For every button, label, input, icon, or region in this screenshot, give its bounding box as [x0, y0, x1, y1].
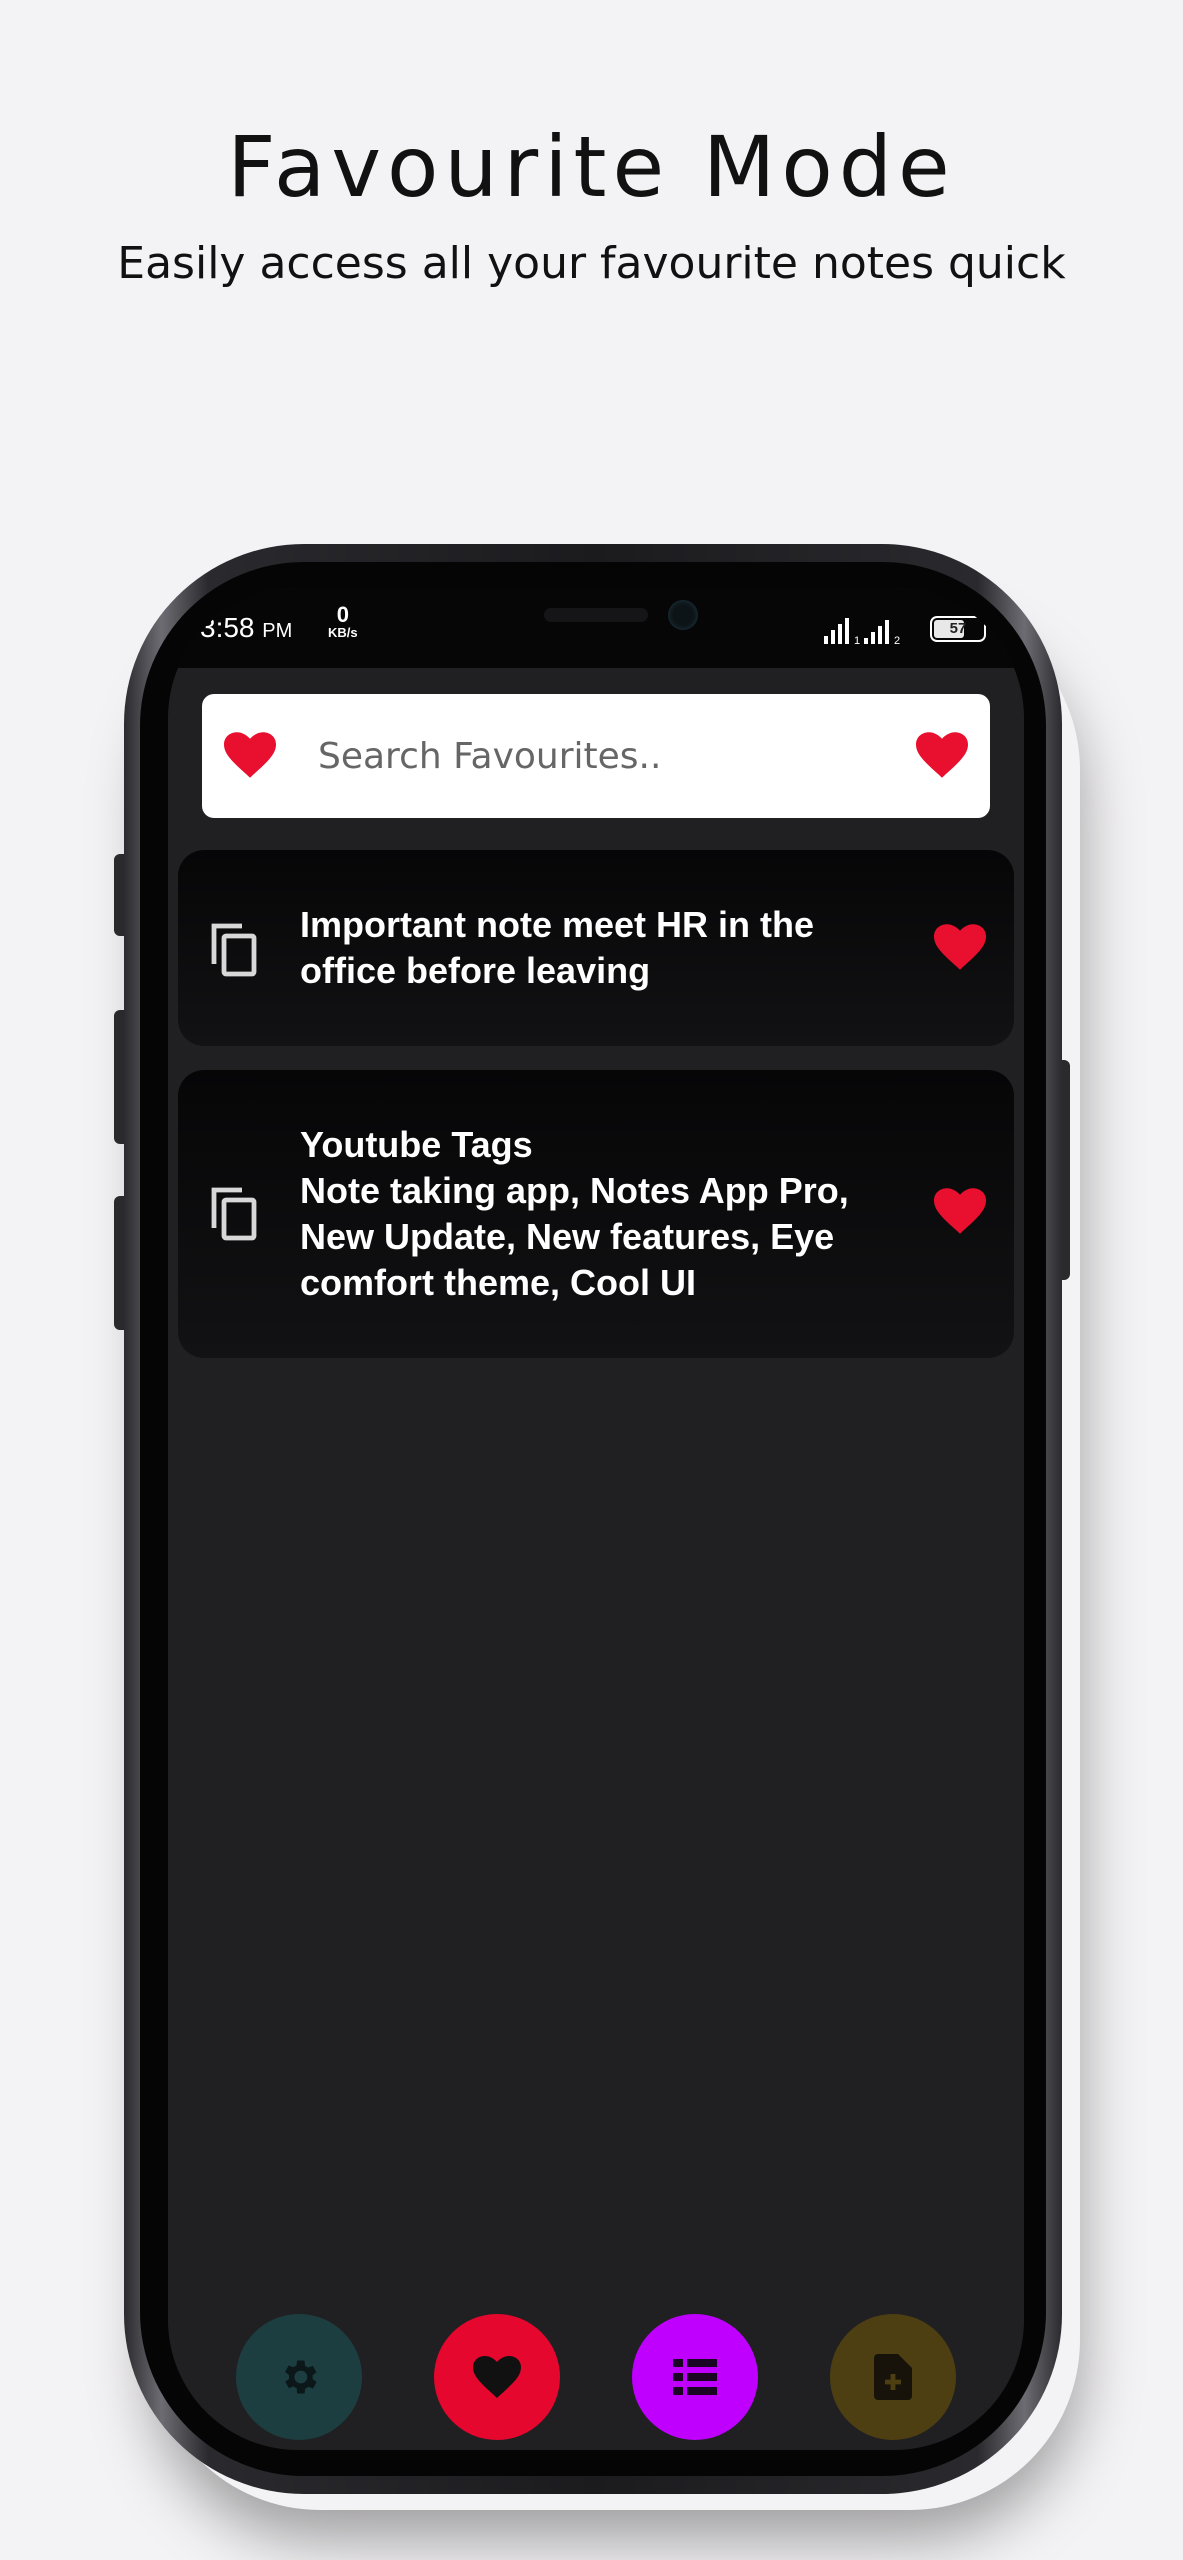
sim2-label: 2 [894, 635, 900, 646]
add-note-icon [874, 2354, 912, 2400]
network-speed: 0 KB/s [328, 602, 358, 640]
status-time: 3:58 PM [200, 612, 293, 643]
copy-icon[interactable] [208, 1184, 260, 1242]
note-card[interactable]: Important note meet HR in the office bef… [178, 850, 1014, 1046]
note-body: Note taking app, Notes App Pro, New Upda… [300, 1170, 849, 1303]
hero-subtitle: Easily access all your favourite notes q… [117, 238, 1066, 289]
signal-icon: 1 2 [824, 618, 900, 646]
status-bar: 3:58 PM 0 KB/s 1 2 57 [168, 588, 1024, 668]
front-camera [668, 600, 698, 630]
battery-icon: 57 [930, 616, 986, 642]
app-screen: 3:58 PM 0 KB/s 1 2 57 Search Favourites.… [168, 588, 1024, 2450]
note-card[interactable]: Youtube Tags Note taking app, Notes App … [178, 1070, 1014, 1358]
add-note-button[interactable] [830, 2314, 956, 2440]
gear-icon [285, 2360, 317, 2394]
note-title: Youtube Tags [300, 1124, 533, 1165]
earpiece-speaker [544, 608, 648, 622]
search-bar[interactable]: Search Favourites.. [202, 694, 990, 818]
favourites-button[interactable] [434, 2314, 560, 2440]
note-text: Important note meet HR in the office bef… [300, 904, 815, 991]
favourite-heart-icon[interactable] [934, 1188, 986, 1234]
list-icon [673, 2359, 717, 2395]
copy-icon[interactable] [208, 920, 260, 978]
settings-button[interactable] [236, 2314, 362, 2440]
all-notes-button[interactable] [632, 2314, 758, 2440]
note-text: Youtube Tags Note taking app, Notes App … [300, 1122, 900, 1306]
search-input[interactable]: Search Favourites.. [318, 736, 661, 777]
favourite-heart-icon[interactable] [934, 924, 986, 970]
hero-title: Favourite Mode [227, 118, 956, 216]
battery-level: 57 [949, 620, 967, 637]
heart-icon [473, 2356, 521, 2398]
heart-icon[interactable] [916, 732, 968, 778]
heart-icon[interactable] [224, 732, 276, 778]
sim1-label: 1 [854, 635, 860, 646]
